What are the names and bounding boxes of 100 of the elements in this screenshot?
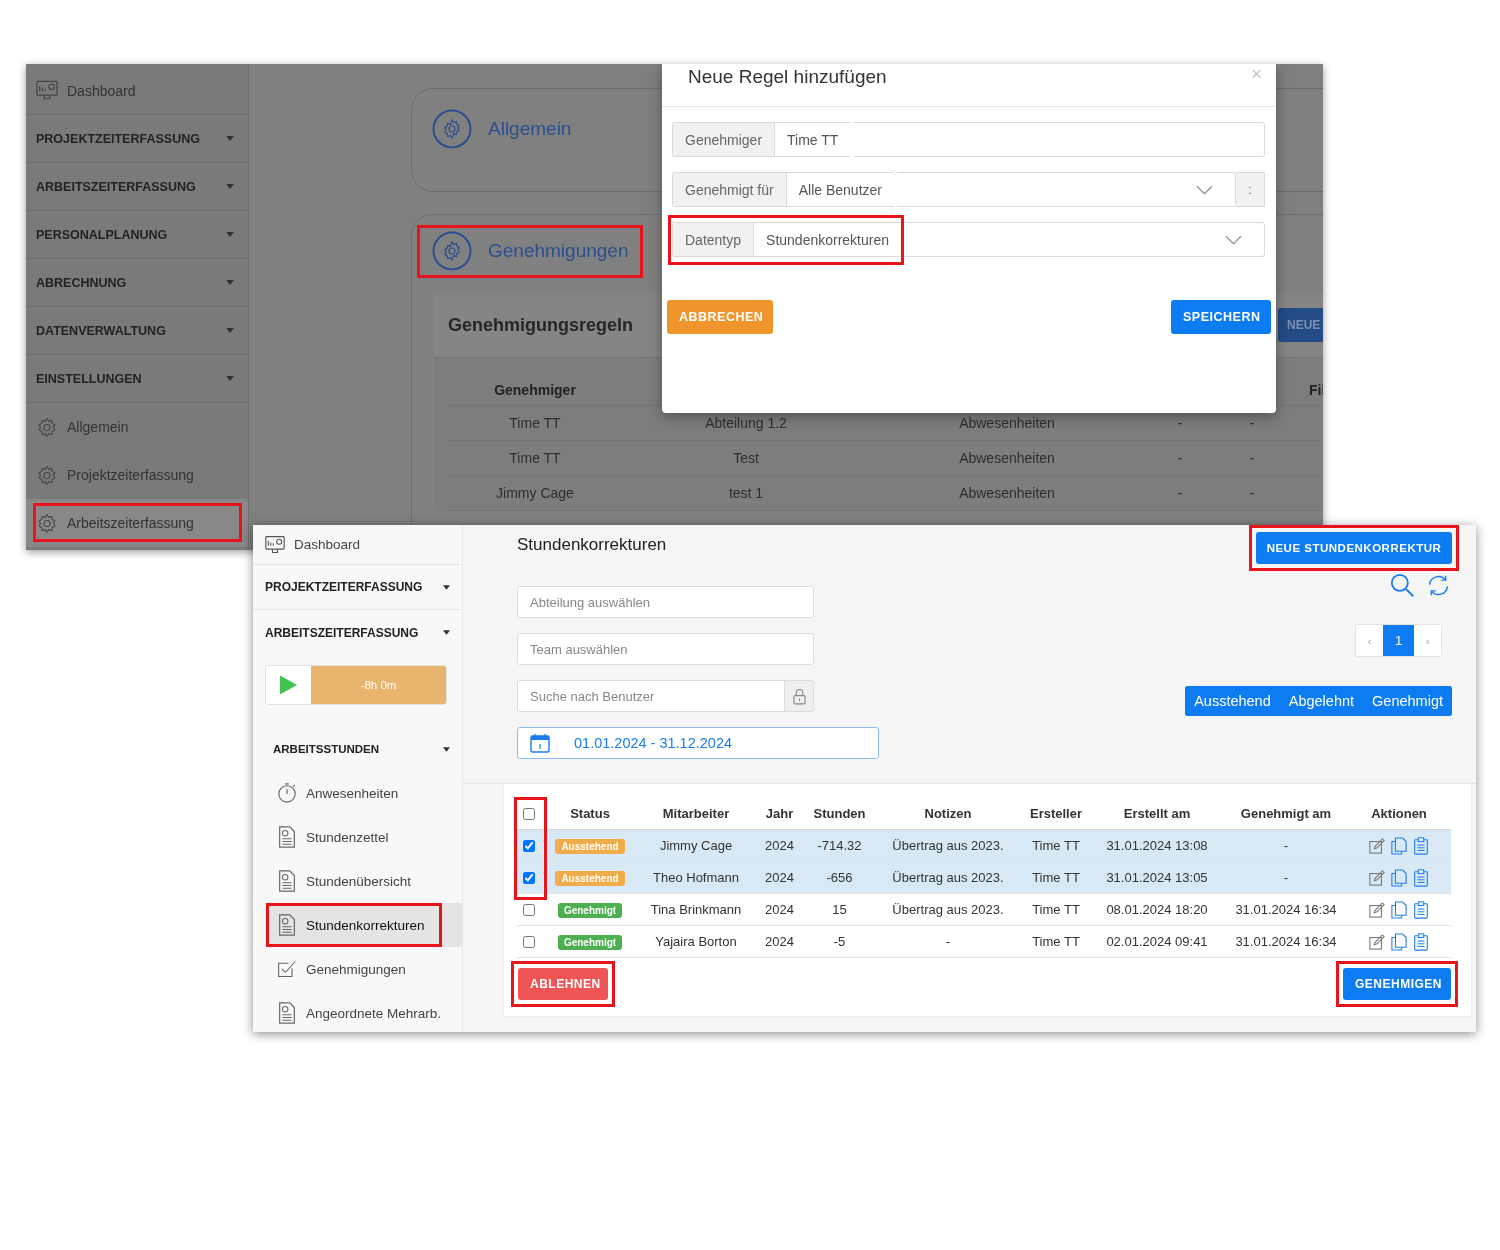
table-cell-text: 08.01.2024 18:20 — [1105, 902, 1209, 917]
checkbox-icon — [277, 958, 297, 980]
table-cell-text: 15 — [831, 902, 848, 917]
sidebar-item[interactable]: PROJEKTZEITERFASSUNG — [26, 115, 248, 163]
copy-icon[interactable] — [1391, 868, 1407, 887]
edit-icon[interactable] — [1369, 900, 1385, 919]
dropdown-toggle[interactable] — [904, 222, 1265, 257]
document-icon — [277, 914, 297, 936]
checkbox[interactable] — [522, 871, 535, 884]
cancel-button[interactable]: ABBRECHEN — [667, 300, 773, 334]
sidebar-item[interactable]: PROJEKTZEITERFASSUNG — [253, 565, 462, 610]
table-cell-text: - — [1282, 870, 1290, 885]
search-icon[interactable] — [1389, 573, 1416, 598]
sidebar-item[interactable]: Dashboard — [26, 67, 248, 115]
select-field[interactable]: Datentyp Stundenkorrekturen — [672, 222, 901, 257]
search-field[interactable]: Suche nach Benutzer — [517, 680, 785, 712]
copy-icon[interactable] — [1391, 836, 1407, 855]
clipboard-icon[interactable] — [1413, 900, 1429, 919]
column-header: Stunden — [812, 806, 867, 821]
table-cell-text: Time TT — [508, 450, 562, 466]
status-badge: Genehmigt — [557, 902, 623, 918]
table-cell-text: - — [1248, 415, 1256, 431]
sidebar-item[interactable]: Genehmigungen — [266, 947, 462, 991]
edit-icon[interactable] — [1369, 932, 1385, 951]
sidebar-item[interactable]: Dashboard — [253, 525, 462, 565]
table-cell-text: -5 — [832, 934, 847, 949]
clipboard-icon[interactable] — [1413, 836, 1429, 855]
sidebar-item[interactable]: ABRECHNUNG — [26, 259, 248, 307]
sidebar-item[interactable]: DATENVERWALTUNG — [26, 307, 248, 355]
dropdown-toggle[interactable] — [897, 172, 1236, 207]
status-badge: Ausstehend — [555, 870, 625, 886]
field-rest[interactable] — [853, 122, 1265, 157]
checkbox[interactable] — [522, 903, 535, 916]
options-button[interactable]: : — [1236, 172, 1265, 207]
date-range-field[interactable]: 01.01.2024 - 31.12.2024 — [517, 727, 879, 759]
gear-icon — [36, 416, 58, 438]
sidebar-item[interactable]: Anwesenheiten — [266, 771, 462, 815]
sidebar-item[interactable]: Stundenkorrekturen — [266, 903, 462, 947]
reject-button[interactable]: ABLEHNEN — [518, 968, 608, 1000]
sidebar-item[interactable]: ARBEITSZEITERFASSUNG — [26, 163, 248, 211]
select-field[interactable]: Genehmigt für Alle Benutzer — [672, 172, 894, 207]
table-cell-text: - — [1176, 485, 1184, 501]
table-cell-text: Abteilung 1.2 — [704, 415, 788, 431]
field-value: Time TT — [786, 131, 840, 148]
new-button[interactable]: NEUE — [1278, 308, 1323, 342]
save-button[interactable]: SPEICHERN — [1171, 300, 1271, 334]
sidebar-item[interactable]: Arbeitszeiterfassung — [26, 499, 248, 547]
chevron-down-icon — [1225, 234, 1242, 245]
field-value: Alle Benutzer — [797, 181, 883, 198]
sidebar-item[interactable]: Angeordnete Mehrarb. — [266, 991, 462, 1032]
checkbox[interactable] — [522, 807, 535, 820]
sidebar-item[interactable]: Projektzeiterfassung — [26, 451, 248, 499]
sidebar-item[interactable]: EINSTELLUNGEN — [26, 355, 248, 403]
sidebar-item[interactable]: ARBEITSZEITERFASSUNG — [253, 610, 462, 655]
checkbox[interactable] — [522, 935, 535, 948]
approve-button[interactable]: GENEHMIGEN — [1343, 968, 1451, 1000]
lock-addon[interactable] — [785, 680, 814, 712]
table-cell-text: Tina Brinkmann — [649, 902, 743, 917]
table-cell-text: Time TT — [1031, 838, 1081, 853]
card-title[interactable]: Allgemein — [488, 118, 572, 140]
page-button[interactable]: 1 — [1383, 625, 1414, 656]
column-header: Status — [569, 806, 611, 821]
clipboard-icon[interactable] — [1413, 868, 1429, 887]
copy-icon[interactable] — [1391, 932, 1407, 951]
table-cell-text: Übertrag aus 2023. — [891, 902, 1005, 917]
table-cell-text: Time TT — [1031, 870, 1081, 885]
edit-icon[interactable] — [1369, 868, 1385, 887]
gear-icon — [432, 231, 472, 271]
caret-icon — [226, 376, 234, 381]
caret-icon — [226, 184, 234, 189]
stopwatch-icon — [277, 782, 297, 804]
table-cell-text: 31.01.2024 13:08 — [1105, 838, 1209, 853]
sidebar-item[interactable]: Stundenzettel — [266, 815, 462, 859]
input-field[interactable]: Team auswählen — [517, 633, 814, 665]
text-field[interactable]: Genehmiger Time TT — [672, 122, 851, 157]
copy-icon[interactable] — [1391, 900, 1407, 919]
play-button[interactable] — [266, 666, 311, 704]
table-cell-text: Übertrag aus 2023. — [891, 870, 1005, 885]
panel-title: Genehmigungsregeln — [448, 314, 634, 336]
sidebar-item[interactable]: PERSONALPLANUNG — [26, 211, 248, 259]
column-header: Aktionen — [1370, 806, 1428, 821]
clipboard-icon[interactable] — [1413, 932, 1429, 951]
table-cell-text: Abwesenheiten — [958, 415, 1056, 431]
column-header: Genehmigt am — [1239, 806, 1333, 821]
table-cell-text: Jimmy Cage — [658, 838, 734, 853]
sidebar-item[interactable]: Allgemein — [26, 403, 248, 451]
new-correction-button[interactable]: NEUE STUNDENKORREKTUR — [1256, 532, 1452, 564]
lock-icon — [792, 687, 806, 705]
edit-icon[interactable] — [1369, 836, 1385, 855]
checkbox[interactable] — [522, 839, 535, 852]
caret-icon — [226, 328, 234, 333]
gear-icon — [36, 512, 58, 534]
field-label: Genehmiger — [673, 123, 776, 156]
input-field[interactable]: Abteilung auswählen — [517, 586, 814, 618]
sidebar-item[interactable]: ARBEITSSTUNDEN — [253, 730, 462, 768]
gear-icon — [432, 109, 472, 149]
sidebar-item[interactable]: Stundenübersicht — [266, 859, 462, 903]
table-cell-text: 31.01.2024 16:34 — [1234, 934, 1338, 949]
card-title[interactable]: Genehmigungen — [488, 240, 629, 262]
table-cell-text: Time TT — [508, 415, 562, 431]
